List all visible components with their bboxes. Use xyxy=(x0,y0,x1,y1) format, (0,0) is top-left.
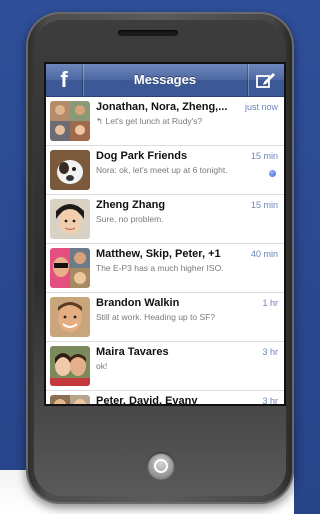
thread-name: Jonathan, Nora, Zheng,... xyxy=(96,101,228,113)
home-button[interactable] xyxy=(147,452,175,480)
message-list: Jonathan, Nora, Zheng,... just now ↰ Let… xyxy=(46,97,284,404)
nav-divider-right xyxy=(247,64,248,96)
thread-name: Peter, David, Evany xyxy=(96,395,198,404)
nav-divider-left xyxy=(82,64,83,96)
thread-snippet: ok! xyxy=(96,361,108,371)
thread-snippet: Sure, no problem. xyxy=(96,214,164,224)
nav-bar: f Messages xyxy=(46,64,284,97)
thread-time: 15 min xyxy=(250,151,278,161)
list-item[interactable]: Brandon Walkin 1 hr Still at work. Headi… xyxy=(46,293,284,342)
list-item[interactable]: Zheng Zhang 15 min Sure, no problem. xyxy=(46,195,284,244)
thread-time: 15 min xyxy=(250,200,278,210)
group-avatar xyxy=(50,101,90,141)
thread-name: Brandon Walkin xyxy=(96,297,180,309)
compose-icon[interactable] xyxy=(256,71,276,89)
thread-snippet: ↰ Let's get lunch at Rudy's? xyxy=(96,116,203,126)
group-avatar xyxy=(50,395,90,404)
thread-time: just now xyxy=(244,102,278,112)
facebook-logo-icon[interactable]: f xyxy=(54,69,74,91)
page-title: Messages xyxy=(133,72,197,87)
person-avatar xyxy=(50,346,90,386)
thread-name: Dog Park Friends xyxy=(96,150,188,162)
group-avatar xyxy=(50,248,90,288)
phone-screen: f Messages Jonathan, Nora, Zheng,... jus… xyxy=(46,64,284,404)
phone-speaker xyxy=(118,30,178,36)
thread-name: Matthew, Skip, Peter, +1 xyxy=(96,248,221,260)
list-item[interactable]: Matthew, Skip, Peter, +1 40 min The E-P3… xyxy=(46,244,284,293)
list-item[interactable]: Maira Tavares 3 hr ok! xyxy=(46,342,284,391)
list-item[interactable]: Peter, David, Evany 3 hr xyxy=(46,391,284,404)
person-avatar xyxy=(50,199,90,239)
thread-name: Zheng Zhang xyxy=(96,199,166,211)
thread-snippet: The E-P3 has a much higher ISO. xyxy=(96,263,224,273)
thread-snippet: Nora: ok, let's meet up at 6 tonight. xyxy=(96,165,228,175)
list-item[interactable]: Dog Park Friends 15 min Nora: ok, let's … xyxy=(46,146,284,195)
unread-indicator-icon xyxy=(269,170,276,177)
thread-name: Maira Tavares xyxy=(96,346,169,358)
person-avatar xyxy=(50,297,90,337)
list-item[interactable]: Jonathan, Nora, Zheng,... just now ↰ Let… xyxy=(46,97,284,146)
dog-avatar xyxy=(50,150,90,190)
thread-time: 3 hr xyxy=(262,396,278,404)
thread-snippet: Still at work. Heading up to SF? xyxy=(96,312,216,322)
thread-time: 40 min xyxy=(250,249,278,259)
thread-time: 3 hr xyxy=(262,347,278,357)
thread-time: 1 hr xyxy=(262,298,278,308)
